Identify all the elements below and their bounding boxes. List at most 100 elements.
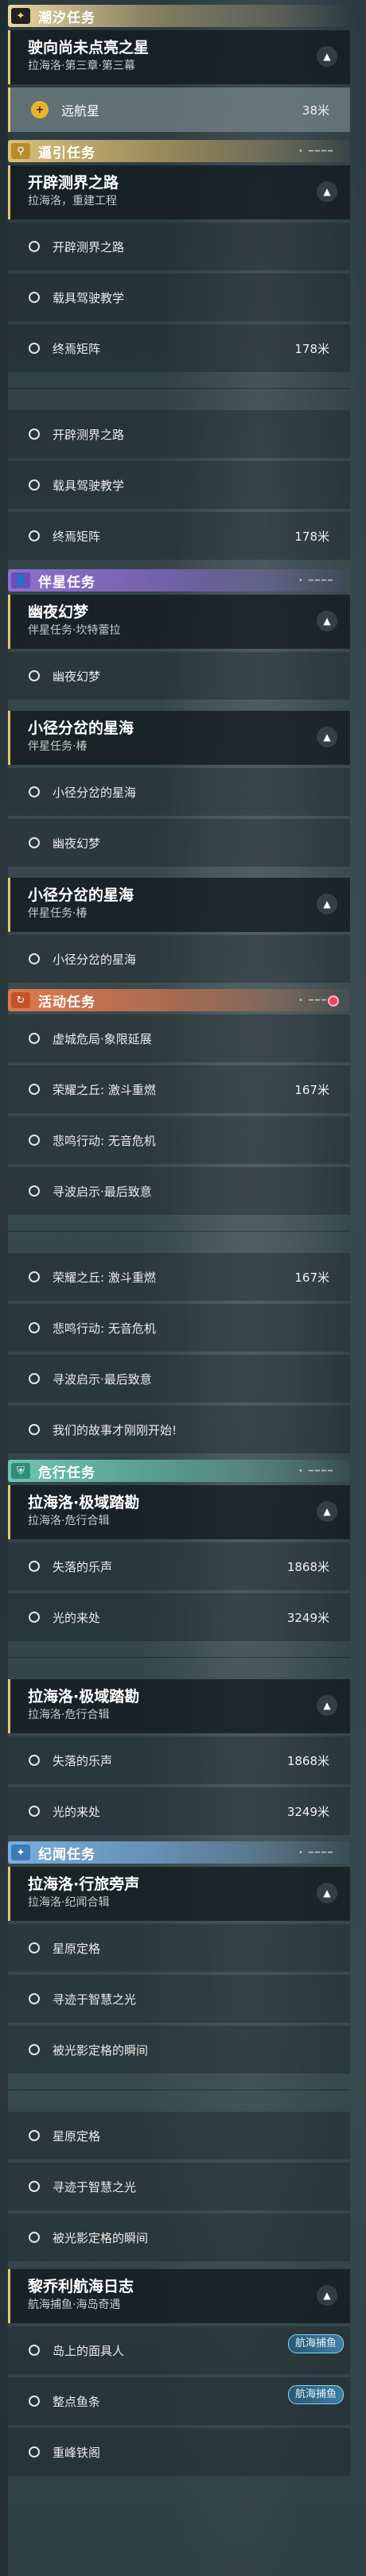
circle-icon [29, 2345, 40, 2356]
category-guide: ⚲ 逼引任务 • ━━━━ [8, 140, 350, 162]
step-label: 失落的乐声 [53, 1559, 113, 1574]
quest-step[interactable]: 终焉矩阵 178米 [8, 512, 350, 560]
quest-step[interactable]: 寻波启示·最后致意 [8, 1167, 350, 1215]
quest-step[interactable]: 荣耀之丘: 激斗重燃 167米 [8, 1065, 350, 1113]
quest-step[interactable]: 寻迹于智慧之光 [8, 1975, 350, 2023]
quest-step[interactable]: 小径分岔的星海 [8, 768, 350, 816]
quest-step[interactable]: 重峰铁阁 [8, 2428, 350, 2476]
step-distance: 167米 [294, 1082, 329, 1097]
circle-icon [29, 1373, 40, 1384]
circle-icon [29, 429, 40, 440]
quest-step[interactable]: 星原定格 [8, 2112, 350, 2159]
circle-icon [29, 1322, 40, 1333]
step-label: 光的来处 [53, 1610, 101, 1625]
quest-card[interactable]: 拉海洛·行旅旁声 拉海洛·纪闻合辑 ▲ [8, 1867, 350, 1921]
chevron-up-icon[interactable]: ▲ [317, 727, 337, 747]
circle-icon [29, 670, 40, 681]
step-label: 光的来处 [53, 1804, 101, 1819]
circle-icon [29, 292, 40, 303]
step-label: 寻迹于智慧之光 [53, 1992, 137, 2007]
quest-card[interactable]: 开辟测界之路 拉海洛，重建工程 ▲ [8, 165, 350, 219]
step-label: 小径分岔的星海 [53, 785, 137, 800]
quest-step[interactable]: 虚城危局·象限延展 [8, 1014, 350, 1062]
quest-card[interactable]: 拉海洛·极域踏勘 拉海洛·危行合辑 ▲ [8, 1679, 350, 1733]
quest-card[interactable]: 小径分岔的星海 伴星任务·椿 ▲ [8, 878, 350, 932]
step-label: 失落的乐声 [53, 1753, 113, 1768]
quest-step[interactable]: 岛上的面具人 航海捕鱼 [8, 2326, 350, 2374]
circle-icon [29, 2232, 40, 2243]
circle-icon [29, 1942, 40, 1953]
left-rail [0, 0, 8, 2576]
quest-step[interactable]: 失落的乐声 1868米 [8, 1542, 350, 1590]
step-label: 星原定格 [53, 1941, 101, 1956]
step-label: 终焉矩阵 [53, 529, 101, 544]
circle-icon [29, 837, 40, 848]
quest-card[interactable]: 拉海洛·极域踏勘 拉海洛·危行合辑 ▲ [8, 1485, 350, 1539]
circle-icon [29, 1755, 40, 1766]
sparkle-icon: ✦ [11, 1845, 30, 1860]
category-label: 伴星任务 [38, 574, 95, 591]
chevron-up-icon[interactable]: ▲ [317, 1695, 337, 1716]
step-label: 终焉矩阵 [53, 341, 101, 356]
step-label: 重峰铁阁 [53, 2445, 101, 2460]
quest-step[interactable]: 我们的故事才刚刚开始! [8, 1406, 350, 1453]
circle-icon [29, 953, 40, 964]
quest-title: 小径分岔的星海 [28, 720, 134, 737]
step-label: 悲鸣行动: 无音危机 [53, 1321, 156, 1336]
step-distance: 167米 [294, 1270, 329, 1285]
category-label: 纪闻任务 [38, 1846, 95, 1863]
step-distance: 178米 [294, 529, 329, 544]
quest-step[interactable]: 被光影定格的瞬间 [8, 2213, 350, 2261]
quest-subtitle: 拉海洛·危行合辑 [28, 1709, 110, 1721]
quest-step[interactable]: 开辟测界之路 [8, 223, 350, 270]
chevron-up-icon[interactable]: ▲ [317, 2285, 337, 2306]
quest-step[interactable]: 寻迹于智慧之光 [8, 2163, 350, 2210]
quest-step[interactable]: 光的来处 3249米 [8, 1787, 350, 1835]
quest-step[interactable]: 悲鸣行动: 无音危机 [8, 1116, 350, 1164]
quest-step[interactable]: 小径分岔的星海 [8, 935, 350, 983]
chevron-up-icon[interactable]: ▲ [317, 1883, 337, 1903]
chevron-up-icon[interactable]: ▲ [317, 46, 337, 67]
quest-step[interactable]: 失落的乐声 1868米 [8, 1736, 350, 1784]
quest-step[interactable]: 悲鸣行动: 无音危机 [8, 1304, 350, 1352]
chevron-up-icon[interactable]: ▲ [317, 611, 337, 631]
step-label: 被光影定格的瞬间 [53, 2230, 149, 2245]
step-label: 远航星 [61, 103, 100, 118]
quest-step[interactable]: 寻波启示·最后致意 [8, 1355, 350, 1402]
quest-card[interactable]: 幽夜幻梦 伴星任务·坎特蕾拉 ▲ [8, 595, 350, 649]
step-distance: 1868米 [286, 1753, 329, 1768]
step-label: 开辟测界之路 [53, 427, 125, 442]
quest-step[interactable]: 载具驾驶教学 [8, 274, 350, 321]
step-distance: 178米 [294, 341, 329, 356]
quest-step[interactable]: 开辟测界之路 [8, 410, 350, 458]
quest-step[interactable]: 终焉矩阵 178米 [8, 324, 350, 372]
quest-card[interactable]: 黎乔利航海日志 航海捕鱼·海岛奇遇 ▲ [8, 2269, 350, 2323]
chevron-up-icon[interactable]: ▲ [317, 894, 337, 914]
quest-step[interactable]: 幽夜幻梦 [8, 652, 350, 700]
step-label: 我们的故事才刚刚开始! [53, 1422, 177, 1437]
chevron-up-icon[interactable]: ▲ [317, 181, 337, 202]
quest-step[interactable]: 星原定格 [8, 1924, 350, 1972]
step-label: 虚城危局·象限延展 [53, 1031, 152, 1046]
chevron-up-icon[interactable]: ▲ [317, 1501, 337, 1522]
quest-step[interactable]: 荣耀之丘: 激斗重燃 167米 [8, 1253, 350, 1301]
quest-step[interactable]: 幽夜幻梦 [8, 819, 350, 867]
quest-card[interactable]: 驶向尚未点亮之星 拉海洛·第三章·第三幕 ▲ [8, 30, 350, 84]
star-plus-icon: ✦ [11, 8, 30, 24]
active-step[interactable]: + 远航星 38米 [8, 87, 350, 132]
step-label: 整点鱼条 [53, 2394, 101, 2409]
quest-list: ✦ 潮汐任务 驶向尚未点亮之星 拉海洛·第三章·第三幕 ▲ + 远航星 38米 … [8, 0, 350, 2476]
quest-subtitle: 伴星任务·坎特蕾拉 [28, 624, 121, 637]
quest-step[interactable]: 被光影定格的瞬间 [8, 2026, 350, 2074]
quest-card[interactable]: 小径分岔的星海 伴星任务·椿 ▲ [8, 711, 350, 765]
circle-icon [29, 1271, 40, 1282]
quest-step[interactable]: 光的来处 3249米 [8, 1593, 350, 1641]
category-decoration: • ━━━━ [298, 146, 334, 156]
quest-subtitle: 拉海洛，重建工程 [28, 195, 117, 208]
circle-icon [29, 1135, 40, 1146]
quest-step[interactable]: 整点鱼条 航海捕鱼 [8, 2377, 350, 2425]
step-label: 载具驾驶教学 [53, 478, 125, 493]
quest-step[interactable]: 载具驾驶教学 [8, 461, 350, 509]
location-pin-icon: ⚲ [11, 143, 30, 159]
section-gap [8, 1641, 350, 1676]
